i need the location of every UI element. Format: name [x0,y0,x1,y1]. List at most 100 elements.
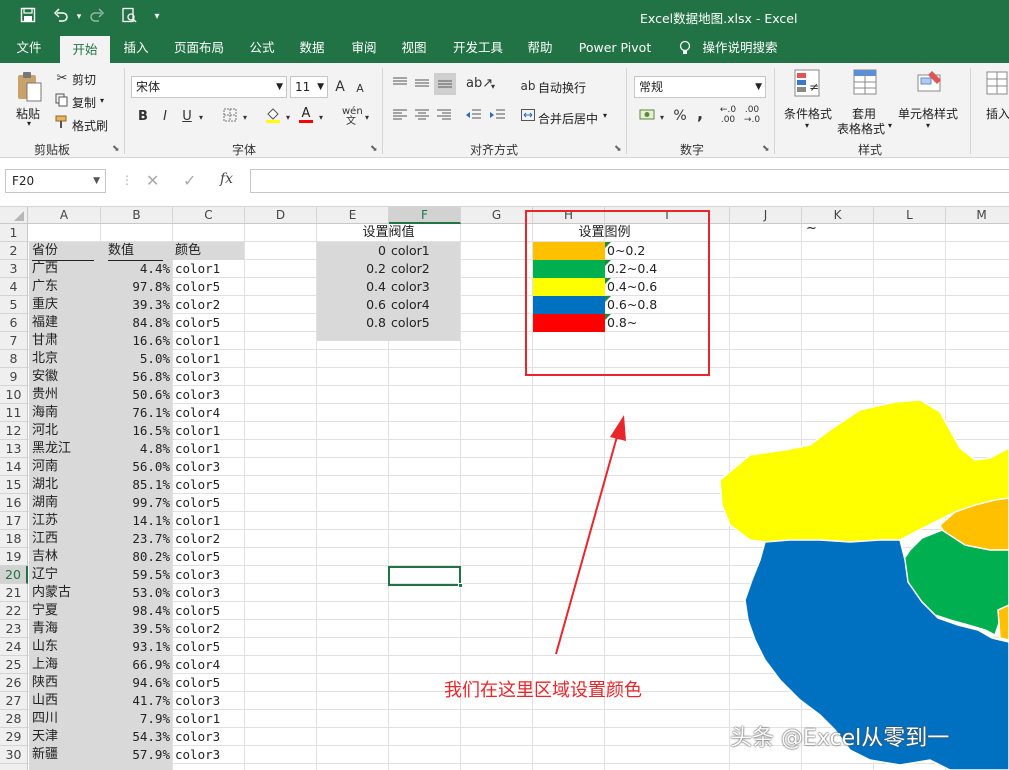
increase-font-icon[interactable]: A [333,78,347,96]
row-header-29[interactable]: 29 [0,728,28,746]
cell-value[interactable]: 57.9% [101,746,173,764]
cancel-formula-icon[interactable]: ✕ [146,171,159,190]
column-header-l[interactable]: L [874,207,946,224]
font-color-dropdown-icon[interactable]: ▾ [316,109,326,127]
merge-center-button[interactable]: 合并后居中 [538,110,598,127]
accounting-dropdown-icon[interactable]: ▾ [657,109,667,127]
decrease-decimal-icon[interactable]: .00 →.0 [742,105,762,125]
header-color[interactable]: 颜色 [175,242,235,260]
selected-cell[interactable] [388,566,463,588]
align-center-icon[interactable] [414,109,430,127]
format-as-table-dropdown-icon[interactable]: ▾ [888,121,892,130]
decrease-font-icon[interactable]: A [353,80,367,98]
row-header-23[interactable]: 23 [0,620,28,638]
alignment-launcher-icon[interactable]: ⬊ [614,144,622,154]
decrease-indent-icon[interactable] [464,109,482,127]
tab-help[interactable]: 帮助 [518,33,562,63]
row-header-5[interactable]: 5 [0,296,28,314]
cell-color-name[interactable]: color5 [175,638,245,656]
print-preview-icon[interactable] [118,7,140,27]
copy-icon[interactable] [54,93,70,113]
cell-color-name[interactable]: color3 [175,458,245,476]
insert-cells-icon[interactable] [986,71,1008,99]
tab-view[interactable]: 视图 [392,33,436,63]
cell-color-name[interactable]: color3 [175,368,245,386]
orientation-icon[interactable]: ab↗ [466,75,493,93]
cell-k1[interactable]: ~ [806,220,826,238]
align-middle-icon[interactable] [414,77,430,95]
threshold-color-name[interactable]: color3 [391,278,459,296]
cell-color-name[interactable]: color1 [175,422,245,440]
cell-value[interactable]: 84.8% [101,314,173,332]
cell-color-name[interactable]: color4 [175,656,245,674]
cell-value[interactable]: 39.3% [101,296,173,314]
header-value[interactable]: 数值 [108,242,163,261]
cell-province[interactable]: 广西 [32,260,100,278]
cell-value[interactable]: 5.0% [101,350,173,368]
cell-value[interactable]: 4.4% [101,260,173,278]
cell-province[interactable]: 湖北 [32,476,100,494]
font-size-dropdown[interactable]: 11 ▼ [290,76,328,98]
paste-dropdown-icon[interactable]: ▾ [27,119,31,128]
conditional-formatting-icon[interactable]: ≠ [793,69,821,99]
cell-province[interactable]: 四川 [32,710,100,728]
cell-province[interactable]: 广东 [32,278,100,296]
threshold-value[interactable]: 0 [317,242,389,260]
font-launcher-icon[interactable]: ⬊ [370,144,378,154]
wrap-text-button[interactable]: 自动换行 [538,79,586,96]
name-box[interactable]: F20 ▼ [5,169,106,193]
row-header-20[interactable]: 20 [0,566,28,584]
cell-province[interactable]: 内蒙古 [32,584,100,602]
increase-indent-icon[interactable] [488,109,506,127]
format-painter-icon[interactable] [54,115,70,135]
row-header-6[interactable]: 6 [0,314,28,332]
clipboard-launcher-icon[interactable]: ⬊ [112,144,120,154]
cell-province[interactable]: 安徽 [32,368,100,386]
bold-button[interactable]: B [136,108,150,126]
cell-value[interactable]: 93.1% [101,638,173,656]
cell-value[interactable]: 50.6% [101,386,173,404]
formula-input[interactable] [250,169,1009,193]
tab-home[interactable]: 开始 [60,36,110,63]
font-color-button[interactable]: A [298,105,314,123]
row-header-11[interactable]: 11 [0,404,28,422]
italic-button[interactable]: I [158,108,172,126]
fill-color-icon[interactable] [264,107,282,129]
row-header-25[interactable]: 25 [0,656,28,674]
lightbulb-icon[interactable] [674,33,696,63]
row-header-14[interactable]: 14 [0,458,28,476]
cell-color-name[interactable]: color3 [175,746,245,764]
threshold-color-name[interactable]: color5 [391,314,459,332]
fill-handle[interactable] [458,583,463,588]
underline-dropdown-icon[interactable]: ▾ [196,109,206,127]
cell-value[interactable]: 4.8% [101,440,173,458]
cell-value[interactable]: 56.8% [101,368,173,386]
threshold-title[interactable]: 设置阀值 [317,224,460,242]
row-header-17[interactable]: 17 [0,512,28,530]
copy-dropdown-icon[interactable]: ▾ [100,96,104,105]
cell-color-name[interactable]: color1 [175,260,245,278]
cell-province[interactable]: 上海 [32,656,100,674]
cell-value[interactable]: 56.0% [101,458,173,476]
column-header-m[interactable]: M [946,207,1009,224]
cell-value[interactable]: 39.5% [101,620,173,638]
cell-value[interactable]: 94.6% [101,674,173,692]
format-as-table-icon[interactable] [852,69,880,99]
cell-province[interactable]: 新疆 [32,746,100,764]
phonetic-icon[interactable]: wén 文 [342,107,363,127]
tab-review[interactable]: 审阅 [342,33,386,63]
cell-value[interactable]: 16.5% [101,422,173,440]
fill-color-dropdown-icon[interactable]: ▾ [283,109,293,127]
row-header-19[interactable]: 19 [0,548,28,566]
number-format-dropdown[interactable]: 常规 ▼ [634,76,766,98]
wrap-text-icon[interactable]: ab [520,77,536,95]
row-header-8[interactable]: 8 [0,350,28,368]
underline-button[interactable]: U [180,108,194,126]
cell-value[interactable]: 76.1% [101,404,173,422]
comma-style-button[interactable]: , [694,105,706,123]
row-header-7[interactable]: 7 [0,332,28,350]
cell-province[interactable]: 江西 [32,530,100,548]
cell-color-name[interactable]: color2 [175,296,245,314]
cell-value[interactable]: 7.9% [101,710,173,728]
cell-province[interactable]: 北京 [32,350,100,368]
